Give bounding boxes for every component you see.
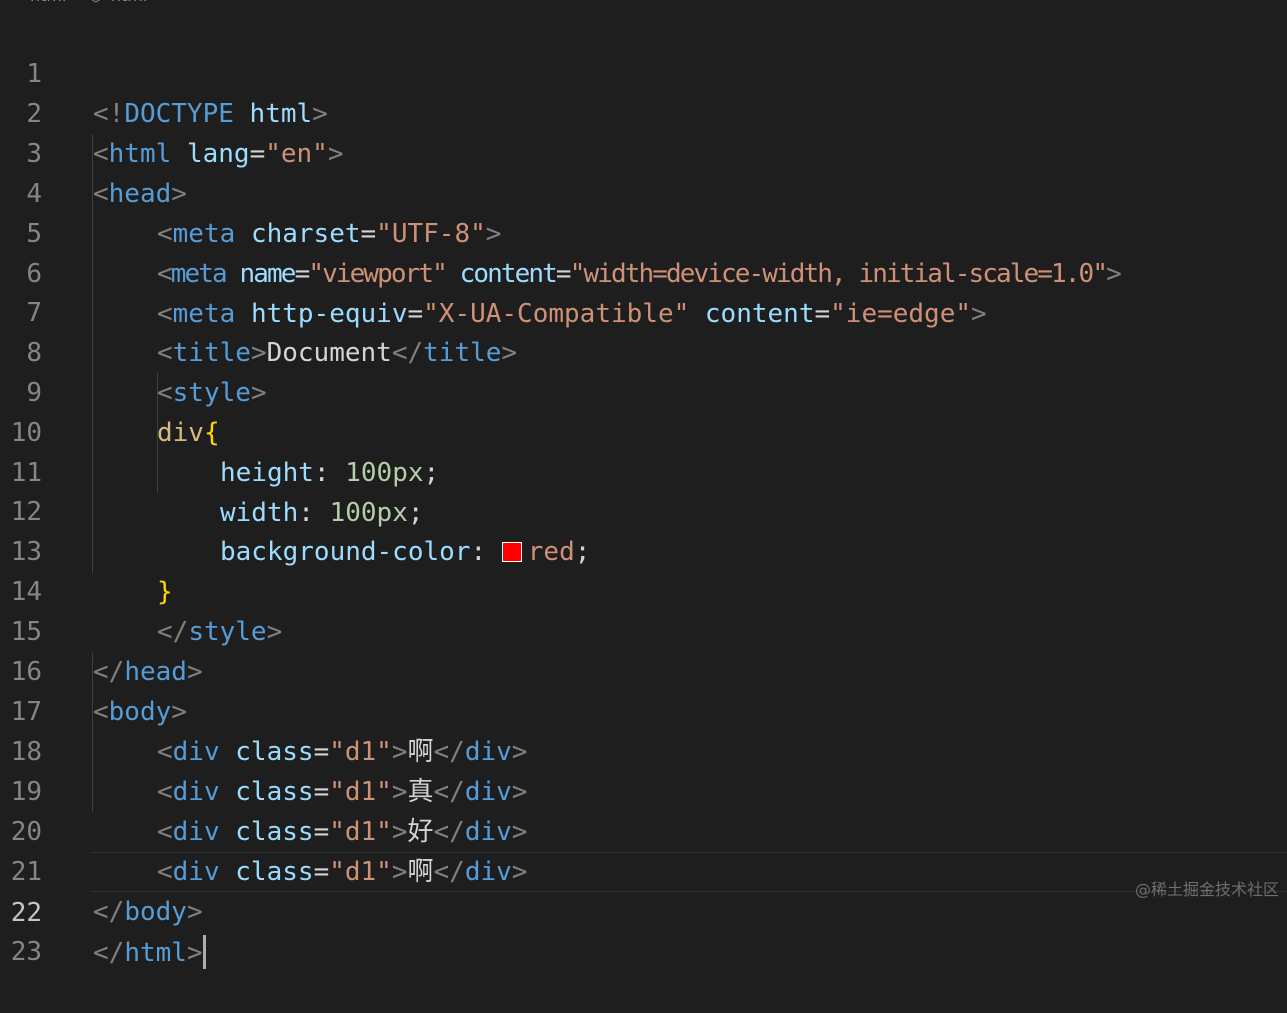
code-line[interactable]: 20 <div class="d1">啊</div>: [0, 772, 1287, 887]
watermark: @稀土掘金技术社区: [1134, 880, 1279, 899]
code-line[interactable]: 11 width: 100px;: [0, 413, 1287, 528]
code-line[interactable]: 17 <div class="d1">啊</div>: [0, 652, 1287, 767]
breadcrumb-symbol[interactable]: html: [111, 0, 147, 5]
code-line[interactable]: 1 <!DOCTYPE html>: [0, 14, 1287, 129]
code-line[interactable]: 16 <body>: [0, 612, 1287, 727]
code-line[interactable]: 14 </style>: [0, 532, 1287, 647]
code-text[interactable]: </html>: [93, 933, 206, 973]
code-line[interactable]: 4 <meta charset="UTF-8">: [0, 134, 1287, 249]
code-line-current[interactable]: 22 </html>: [11, 852, 1287, 969]
code-line[interactable]: 12 background-color: red;: [0, 452, 1287, 567]
text-cursor: [202, 935, 206, 969]
code-line[interactable]: 15 </head>: [0, 572, 1287, 687]
code-line[interactable]: 3 <head>: [0, 94, 1287, 209]
code-line[interactable]: 2 <html lang="en">: [0, 54, 1287, 169]
code-editor[interactable]: html › ⬡ html 1 <!DOCTYPE html> 2 <html lan…: [0, 0, 1287, 969]
code-line[interactable]: 19 <div class="d1">好</div>: [0, 732, 1287, 847]
code-line[interactable]: 8 <style>: [0, 293, 1287, 408]
line-number: 21: [10, 857, 42, 887]
chevron-right-icon: ›: [74, 0, 80, 5]
line-number: 23: [10, 937, 42, 967]
code-line[interactable]: 10 height: 100px;: [0, 373, 1287, 488]
code-line[interactable]: 9 div{: [0, 333, 1287, 448]
code-line[interactable]: 13 }: [0, 492, 1287, 607]
code-symbol-icon: ⬡: [89, 0, 103, 5]
code-line[interactable]: 18 <div class="d1">真</div>: [0, 692, 1287, 807]
code-line[interactable]: 7 <title>Document</title>: [0, 253, 1287, 368]
breadcrumb-file[interactable]: html: [30, 0, 66, 5]
code-line[interactable]: 5 <meta name="viewport" content="width=d…: [0, 174, 1287, 289]
code-line[interactable]: 6 <meta http-equiv="X-UA-Compatible" con…: [0, 214, 1287, 329]
code-line[interactable]: 21 </body>: [0, 812, 1287, 927]
code-line[interactable]: 23: [0, 892, 1287, 967]
breadcrumb[interactable]: html › ⬡ html: [30, 0, 155, 6]
